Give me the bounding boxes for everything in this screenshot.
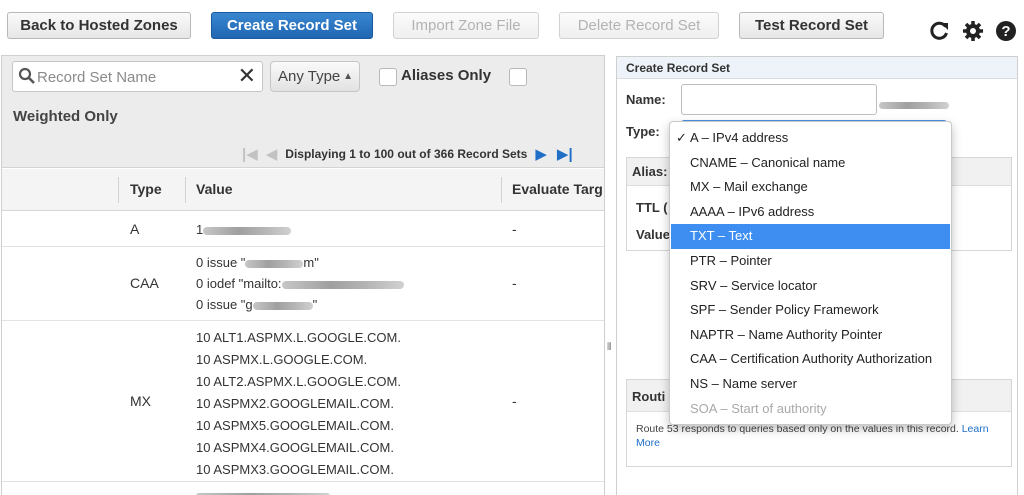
- gear-icon[interactable]: [962, 20, 984, 42]
- record-value: [196, 487, 330, 495]
- svg-text:?: ?: [1001, 23, 1010, 40]
- record-value: 10 ASPMX2.GOOGLEMAIL.COM.: [196, 396, 394, 411]
- record-value: 10 ASPMX4.GOOGLEMAIL.COM.: [196, 440, 394, 455]
- table-row[interactable]: A 1 -: [2, 212, 604, 247]
- pager: |◀ ◀ Displaying 1 to 100 out of 366 Reco…: [242, 145, 573, 163]
- filter-bar: ✕ Any Type ▲ Aliases Only Weighted Only …: [2, 56, 604, 168]
- prev-page-icon[interactable]: ◀: [266, 145, 278, 163]
- type-option-spf[interactable]: SPF – Sender Policy Framework: [671, 298, 950, 323]
- aliases-only-checkbox[interactable]: [379, 68, 397, 86]
- record-value: 0 iodef "mailto:: [196, 276, 404, 291]
- checkmark-icon: ✓: [676, 130, 687, 145]
- test-record-set-button[interactable]: Test Record Set: [739, 12, 884, 39]
- toolbar: Back to Hosted Zones Create Record Set I…: [0, 0, 1024, 52]
- search-box: ✕: [12, 61, 263, 92]
- column-divider: [501, 177, 502, 203]
- type-option-naptr[interactable]: NAPTR – Name Authority Pointer: [671, 323, 950, 348]
- type-label: Type:: [626, 124, 660, 139]
- delete-record-set-button[interactable]: Delete Record Set: [559, 12, 719, 39]
- aliases-only-label: Aliases Only: [401, 67, 492, 84]
- record-value: 0 issue "g ": [196, 297, 318, 312]
- value-label: Value: [636, 227, 670, 242]
- record-value: 10 ALT1.ASPMX.L.GOOGLE.COM.: [196, 330, 401, 345]
- record-value: 0 issue " m": [196, 255, 319, 270]
- type-filter-select[interactable]: Any Type ▲: [270, 61, 360, 92]
- type-option-aaaa[interactable]: AAAA – IPv6 address: [671, 200, 950, 225]
- column-divider: [185, 177, 186, 203]
- record-value: 1: [196, 222, 292, 237]
- table-row[interactable]: [2, 483, 604, 495]
- evaluate-target: -: [512, 393, 517, 409]
- table-row[interactable]: MX 10 ALT1.ASPMX.L.GOOGLE.COM. 10 ASPMX.…: [2, 322, 604, 482]
- help-icon[interactable]: ?: [995, 20, 1017, 42]
- record-type: MX: [130, 393, 151, 409]
- create-record-set-button[interactable]: Create Record Set: [211, 12, 373, 39]
- back-to-hosted-zones-button[interactable]: Back to Hosted Zones: [7, 12, 191, 39]
- weighted-only-checkbox[interactable]: [509, 68, 527, 86]
- record-value: 10 ASPMX.L.GOOGLE.COM.: [196, 352, 368, 367]
- search-icon: [18, 67, 35, 84]
- record-sets-panel: ✕ Any Type ▲ Aliases Only Weighted Only …: [1, 55, 605, 495]
- weighted-only-label: Weighted Only: [13, 108, 118, 125]
- evaluate-target: -: [512, 275, 517, 291]
- name-label: Name:: [626, 92, 666, 107]
- record-value: 10 ASPMX5.GOOGLEMAIL.COM.: [196, 418, 394, 433]
- type-option-cname[interactable]: CNAME – Canonical name: [671, 151, 950, 176]
- type-column-header[interactable]: Type: [130, 181, 162, 197]
- refresh-icon[interactable]: [928, 20, 950, 42]
- panel-title: Create Record Set: [617, 57, 1017, 79]
- panel-resize-handle[interactable]: ⦀: [607, 342, 611, 353]
- record-value: 10 ALT2.ASPMX.L.GOOGLE.COM.: [196, 374, 401, 389]
- pager-text: Displaying 1 to 100 out of 366 Record Se…: [285, 147, 528, 161]
- next-page-icon[interactable]: ▶: [535, 145, 547, 163]
- record-value: 10 ASPMX3.GOOGLEMAIL.COM.: [196, 462, 394, 477]
- type-option-mx[interactable]: MX – Mail exchange: [671, 175, 950, 200]
- type-option-a[interactable]: ✓ A – IPv4 address: [671, 126, 950, 151]
- table-row[interactable]: CAA 0 issue " m" 0 iodef "mailto: 0 issue…: [2, 248, 604, 321]
- evaluate-target: -: [512, 221, 517, 237]
- value-column-header[interactable]: Value: [196, 181, 233, 197]
- type-option-srv[interactable]: SRV – Service locator: [671, 274, 950, 299]
- type-option-caa[interactable]: CAA – Certification Authority Authorizat…: [671, 347, 950, 372]
- evaluate-target-column-header[interactable]: Evaluate Targ: [512, 181, 603, 197]
- select-arrows-icon: ▲: [343, 71, 353, 82]
- import-zone-file-button[interactable]: Import Zone File: [393, 12, 539, 39]
- type-option-ns[interactable]: NS – Name server: [671, 372, 950, 397]
- first-page-icon[interactable]: |◀: [242, 145, 258, 163]
- record-type: A: [130, 221, 140, 237]
- routing-description: Route 53 responds to queries based only …: [636, 423, 989, 449]
- type-option-ptr[interactable]: PTR – Pointer: [671, 249, 950, 274]
- last-page-icon[interactable]: ▶|: [557, 145, 573, 163]
- record-type: CAA: [130, 275, 159, 291]
- type-dropdown-menu: ✓ A – IPv4 address CNAME – Canonical name…: [669, 121, 952, 425]
- record-set-name-input[interactable]: [37, 66, 232, 88]
- clear-search-icon[interactable]: ✕: [238, 64, 256, 88]
- domain-suffix: [879, 97, 949, 115]
- name-input[interactable]: [681, 84, 877, 115]
- table-header: Type Value Evaluate Targ: [2, 169, 604, 211]
- ttl-label: TTL (: [636, 200, 668, 215]
- type-filter-value: Any Type: [278, 68, 341, 85]
- column-divider: [118, 177, 119, 203]
- type-option-txt[interactable]: TXT – Text: [671, 224, 950, 249]
- type-option-soa: SOA – Start of authority: [690, 400, 827, 416]
